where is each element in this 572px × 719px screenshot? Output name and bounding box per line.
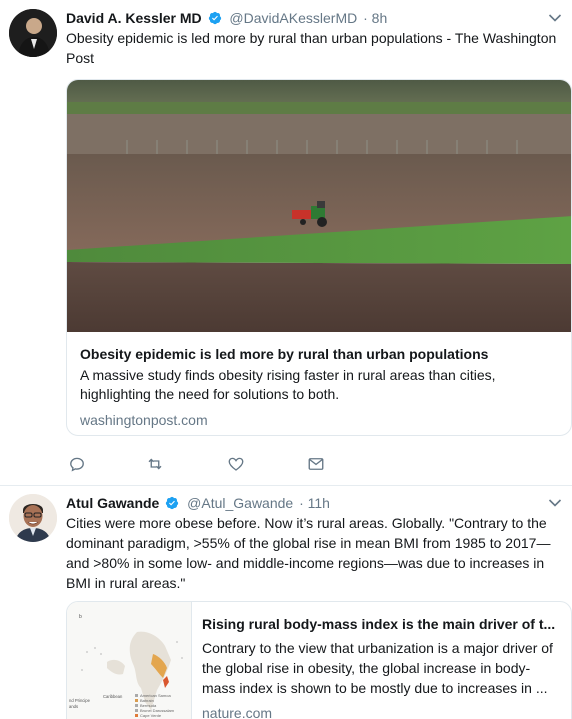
tweet-header: David A. Kessler MD @DavidAKesslerMD · 8…: [66, 9, 387, 27]
envelope-icon: [308, 458, 324, 470]
retweet-button[interactable]: [146, 455, 166, 475]
tweet-timestamp[interactable]: · 11h: [299, 495, 330, 511]
tweet-text: Cities were more obese before. Now it’s …: [66, 515, 551, 591]
avatar[interactable]: [9, 9, 57, 57]
verified-badge-icon: [166, 496, 179, 510]
card-domain: washingtonpost.com: [80, 412, 208, 428]
verified-badge-icon: [208, 11, 221, 25]
svg-text:ands: ands: [69, 704, 78, 709]
card-body: Obesity epidemic is led more by rural th…: [80, 344, 560, 430]
tweet[interactable]: Atul Gawande @Atul_Gawande · 11h Cities …: [0, 487, 572, 719]
avatar[interactable]: [9, 494, 57, 542]
like-button[interactable]: [227, 455, 247, 475]
reply-icon: [70, 457, 84, 472]
tweet-header: Atul Gawande @Atul_Gawande · 11h: [66, 494, 330, 512]
svg-text:Caribbean: Caribbean: [103, 694, 123, 699]
card-description: Contrary to the view that urbanization i…: [202, 640, 553, 696]
card-domain: nature.com: [202, 705, 273, 719]
svg-text:b: b: [79, 614, 82, 620]
author-name[interactable]: Atul Gawande: [66, 495, 159, 511]
retweet-icon: [148, 458, 162, 470]
link-card[interactable]: Obesity epidemic is led more by rural th…: [66, 79, 572, 436]
chevron-down-icon[interactable]: [548, 13, 562, 23]
author-handle[interactable]: @Atul_Gawande: [187, 495, 293, 511]
card-title[interactable]: Rising rural body-mass index is the main…: [202, 614, 560, 634]
tweet-actions: [66, 455, 366, 475]
card-image: [67, 80, 571, 332]
author-handle[interactable]: @DavidAKesslerMD: [229, 10, 357, 26]
direct-message-button[interactable]: [307, 455, 327, 475]
link-card[interactable]: b nd Principe ands Caribbean American Sa…: [66, 601, 572, 719]
card-thumbnail: b nd Principe ands Caribbean American Sa…: [67, 602, 192, 719]
tweet-timestamp[interactable]: · 8h: [363, 10, 387, 26]
card-title[interactable]: Obesity epidemic is led more by rural th…: [80, 344, 560, 364]
tweet-text: Obesity epidemic is led more by rural th…: [66, 30, 557, 66]
reply-button[interactable]: [68, 455, 88, 475]
chevron-down-icon[interactable]: [548, 498, 562, 508]
tweet[interactable]: David A. Kessler MD @DavidAKesslerMD · 8…: [0, 0, 572, 486]
author-name[interactable]: David A. Kessler MD: [66, 10, 202, 26]
heart-icon: [228, 457, 244, 471]
svg-text:nd Principe: nd Principe: [69, 698, 91, 703]
card-body: Rising rural body-mass index is the main…: [202, 614, 560, 719]
card-description: A massive study finds obesity rising fas…: [80, 367, 496, 402]
